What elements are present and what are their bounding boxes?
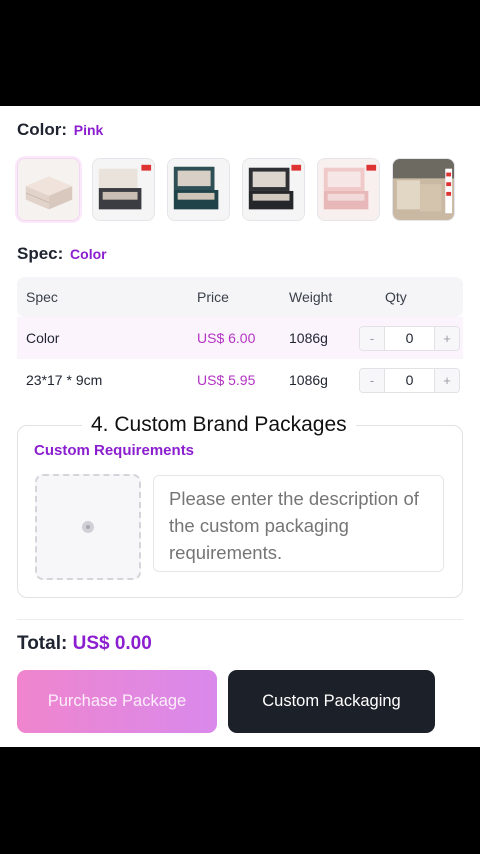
purchase-package-button[interactable]: Purchase Package — [17, 670, 217, 733]
table-row: Color US$ 6.00 1086g - 0 + — [17, 317, 463, 359]
requirements-textarea[interactable] — [153, 475, 444, 572]
thumb-pink-box[interactable] — [317, 158, 380, 221]
divider — [17, 619, 463, 620]
quantity-stepper: - 0 + — [359, 367, 460, 393]
table-header: Spec Price Weight Qty — [17, 277, 463, 317]
decrement-button[interactable]: - — [360, 368, 384, 392]
product-options-panel: Color: Pink Spec: Color Spec Price Weigh… — [0, 106, 480, 747]
color-selector-label: Color: Pink — [17, 120, 104, 139]
camera-icon — [82, 521, 94, 533]
spec-selector-label: Spec: Color — [17, 244, 107, 263]
color-thumbnails — [17, 158, 455, 221]
thumb-packaging-photo[interactable] — [392, 158, 455, 221]
table-row: 23*17 * 9cm US$ 5.95 1086g - 0 + — [17, 359, 463, 401]
total-price: Total: US$ 0.00 — [17, 633, 152, 654]
quantity-input[interactable]: 0 — [384, 368, 435, 392]
quantity-stepper: - 0 + — [359, 325, 460, 351]
total-amount: US$ 0.00 — [72, 633, 152, 654]
decrement-button[interactable]: - — [360, 326, 384, 350]
increment-button[interactable]: + — [435, 368, 459, 392]
increment-button[interactable]: + — [435, 326, 459, 350]
section-title: 4. Custom Brand Packages — [82, 413, 356, 437]
thumb-dark-box[interactable] — [242, 158, 305, 221]
thumb-black-box[interactable] — [92, 158, 155, 221]
thumb-cream-box[interactable] — [17, 158, 80, 221]
custom-requirements-title: Custom Requirements — [34, 442, 195, 459]
spec-table: Spec Price Weight Qty Color US$ 6.00 108… — [17, 277, 463, 401]
thumb-teal-box[interactable] — [167, 158, 230, 221]
quantity-input[interactable]: 0 — [384, 326, 435, 350]
selected-color-value: Pink — [73, 122, 104, 138]
selected-spec-value: Color — [70, 246, 107, 262]
image-upload-box[interactable] — [35, 474, 141, 580]
custom-packaging-button[interactable]: Custom Packaging — [228, 670, 435, 733]
